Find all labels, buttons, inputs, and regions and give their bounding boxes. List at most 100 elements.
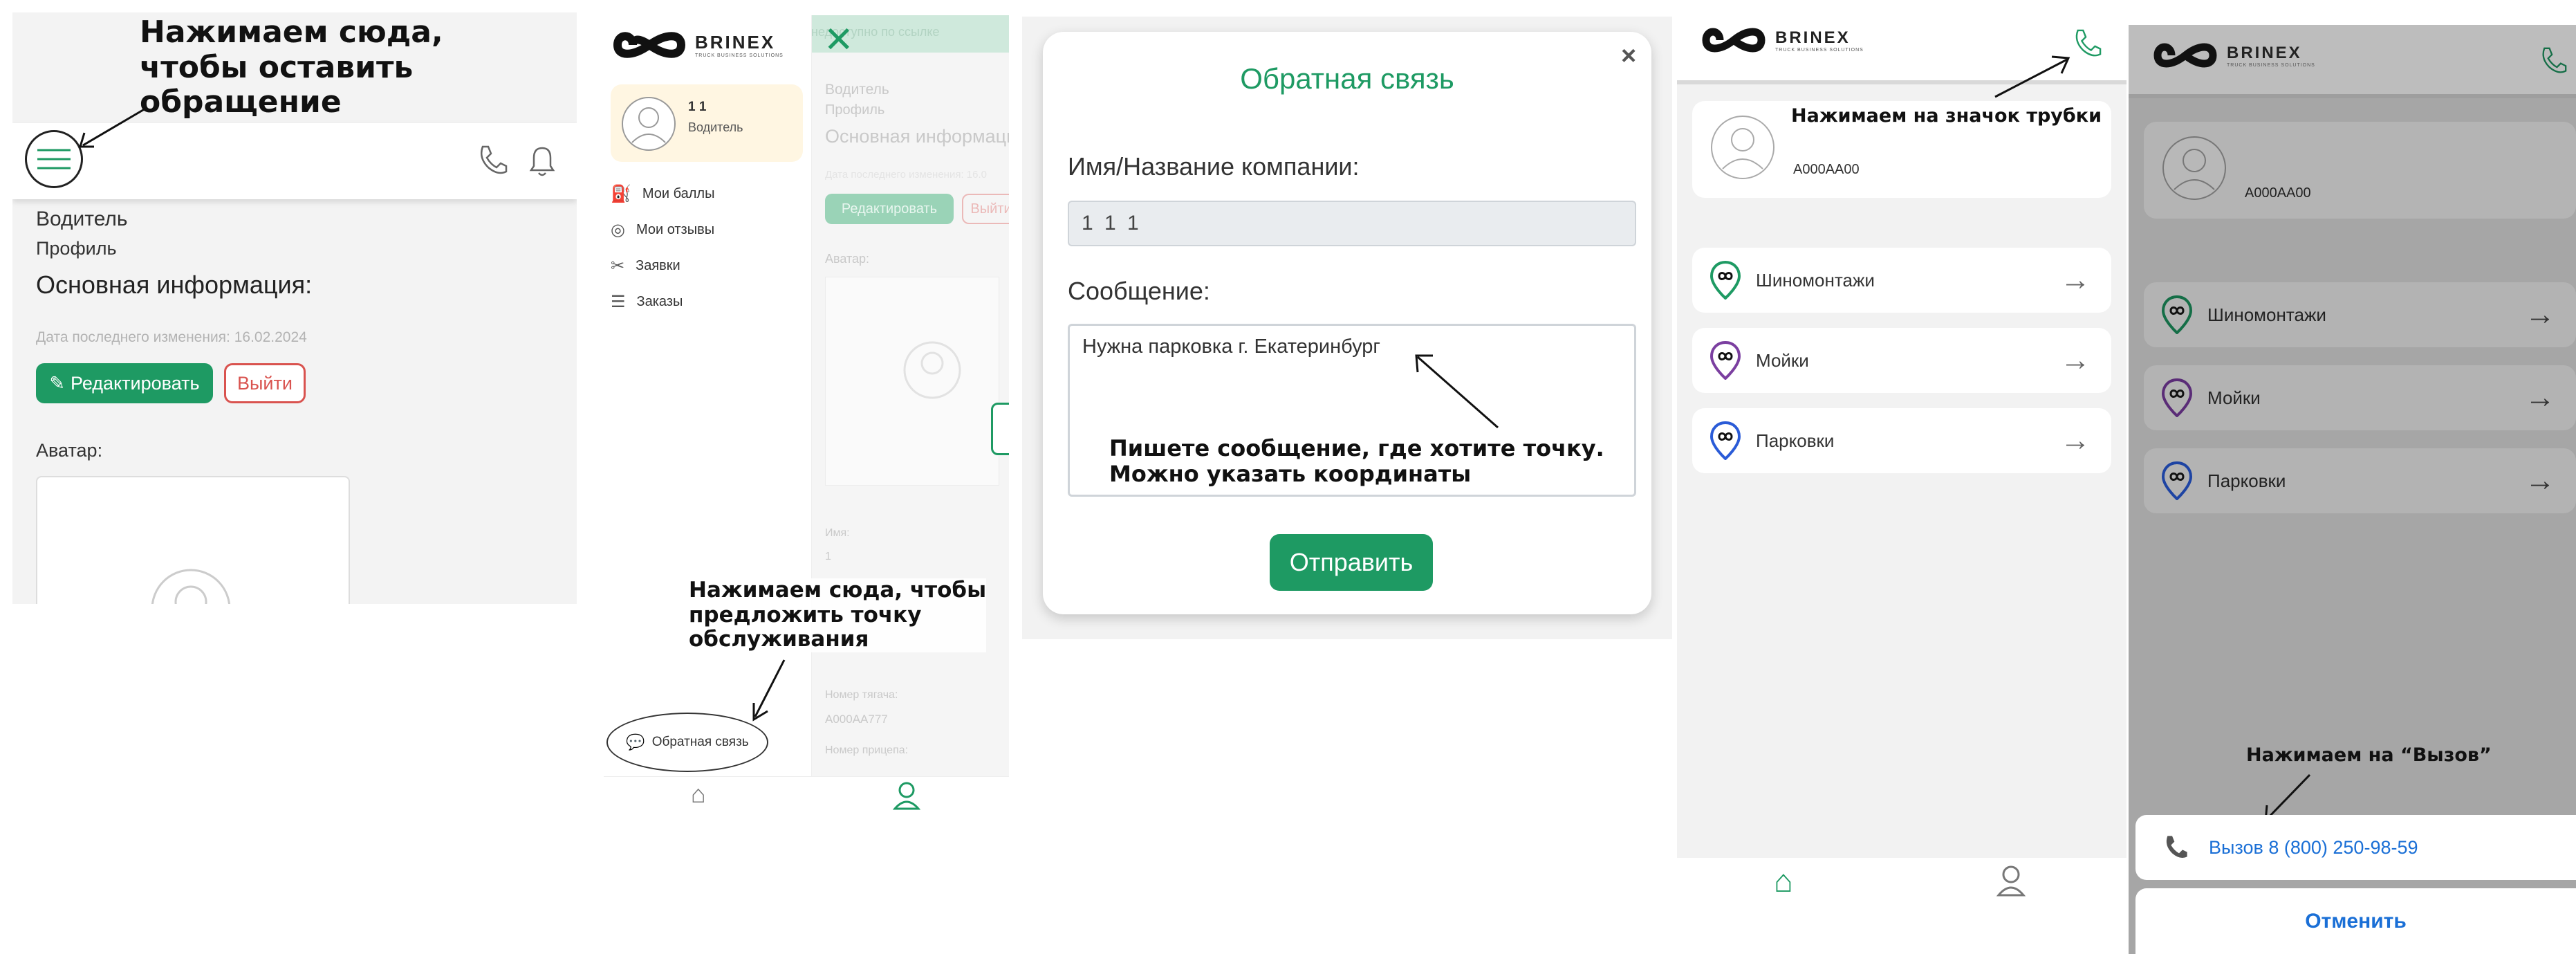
- annotation-phone: Нажимаем на значок трубки: [1791, 105, 2102, 127]
- avatar-placeholder-icon: [151, 569, 231, 604]
- arrow-right-icon: →: [2060, 263, 2091, 297]
- annotation-arrow: [78, 107, 147, 148]
- category-parking: Парковки →: [2144, 448, 2576, 513]
- user-role: Водитель: [688, 120, 743, 134]
- brand-logo: BRINEX TRUCK BUSINESS SOLUTIONS: [613, 28, 784, 62]
- panel-call-sheet: BRINEX TRUCK BUSINESS SOLUTIONS A000AA00…: [2129, 25, 2576, 954]
- avatar-label: Аватар:: [36, 440, 103, 461]
- menu-item-points[interactable]: ⛽ Мои баллы: [611, 184, 714, 204]
- annotation-message: Пишете сообщение, где хотите точку. Можн…: [1109, 436, 1604, 487]
- pencil-icon: ✎: [49, 372, 66, 394]
- feedback-icon: 💬: [626, 733, 645, 751]
- bg-side-button: [991, 403, 1009, 455]
- message-label: Сообщение:: [1068, 277, 1210, 305]
- call-button[interactable]: Вызов 8 (800) 250-98-59: [2135, 815, 2576, 880]
- name-field-value: 1 1 1: [1082, 212, 1142, 235]
- bg-date: Дата последнего изменения: 16.0: [825, 169, 987, 181]
- send-button-label: Отправить: [1289, 548, 1414, 576]
- menu-item-label: Мои отзывы: [636, 222, 715, 237]
- annotation-line: Нажимаем сюда, чтобы: [689, 578, 987, 603]
- category-car-wash[interactable]: Мойки →: [1692, 328, 2111, 393]
- annotation-open-menu: Нажимаем сюда, чтобы оставить обращение: [140, 15, 443, 120]
- category-tire-service: Шиномонтажи →: [2144, 282, 2576, 347]
- name-field[interactable]: 1 1 1: [1068, 201, 1636, 246]
- modal-title: Обратная связь: [1240, 62, 1454, 95]
- cancel-button[interactable]: Отменить: [2135, 888, 2576, 954]
- profile-card: A000AA00: [2144, 122, 2576, 219]
- bottom-nav: ⌂: [604, 776, 1009, 814]
- feedback-modal: × Обратная связь Имя/Название компании: …: [1043, 32, 1651, 614]
- annotation-arrow: [1415, 354, 1499, 429]
- bg-name-label: Имя:: [825, 527, 850, 539]
- category-tire-service[interactable]: Шиномонтажи →: [1692, 248, 2111, 313]
- bg-role: Водитель: [825, 82, 889, 98]
- category-label: Шиномонтажи: [2207, 304, 2326, 325]
- category-label: Парковки: [2207, 470, 2286, 491]
- annotation-line: Нажимаем сюда,: [140, 15, 443, 50]
- phone-icon[interactable]: [477, 144, 508, 177]
- phone-icon[interactable]: [2073, 28, 2102, 59]
- brand-subtitle: TRUCK BUSINESS SOLUTIONS: [695, 53, 784, 58]
- bg-edit-button: Редактировать: [825, 194, 954, 224]
- feedback-label: Обратная связь: [651, 735, 749, 749]
- annotation-line: Можно указать координаты: [1109, 460, 1472, 487]
- home-icon[interactable]: ⌂: [691, 780, 706, 809]
- parking-pin-icon: [1710, 421, 1741, 460]
- menu-item-orders[interactable]: ☰ Заказы: [611, 292, 683, 312]
- reviews-icon: ◎: [611, 221, 625, 239]
- close-button[interactable]: ✕: [824, 22, 854, 58]
- bg-trailer-label: Номер прицепа:: [825, 744, 909, 756]
- user-avatar-icon: [622, 97, 676, 151]
- section-title: Основная информация:: [36, 270, 313, 299]
- parking-pin-icon: [2162, 461, 2192, 500]
- send-button[interactable]: Отправить: [1270, 534, 1433, 591]
- edit-button[interactable]: ✎ Редактировать: [36, 363, 213, 403]
- feedback-menu-item[interactable]: 💬 Обратная связь: [606, 713, 768, 772]
- category-car-wash: Мойки →: [2144, 365, 2576, 430]
- user-name: 1 1: [688, 100, 707, 114]
- brand-subtitle: TRUCK BUSINESS SOLUTIONS: [2227, 62, 2315, 68]
- phone-icon[interactable]: [2539, 46, 2567, 76]
- edit-button-label: Редактировать: [71, 372, 200, 394]
- menu-item-label: Заявки: [636, 258, 680, 273]
- panel-main-phone: BRINEX TRUCK BUSINESS SOLUTIONS A000AA00…: [1677, 11, 2126, 903]
- menu-item-reviews[interactable]: ◎ Мои отзывы: [611, 220, 714, 240]
- category-label: Парковки: [1756, 430, 1835, 451]
- panel-feedback-form: × Обратная связь Имя/Название компании: …: [1022, 17, 1672, 639]
- menu-item-requests[interactable]: ✂ Заявки: [611, 256, 680, 276]
- arrow-right-icon: →: [2060, 343, 2091, 377]
- home-icon[interactable]: ⌂: [1774, 862, 1793, 899]
- plate-number: A000AA00: [1793, 162, 1860, 177]
- category-label: Мойки: [1756, 349, 1809, 371]
- user-card[interactable]: 1 1 Водитель: [611, 84, 803, 162]
- bg-plate-value: A000AA777: [825, 713, 888, 726]
- bell-icon[interactable]: [528, 144, 556, 177]
- bg-plate-label: Номер тягача:: [825, 689, 898, 701]
- category-parking[interactable]: Парковки →: [1692, 408, 2111, 473]
- profile-text: Профиль: [36, 238, 117, 259]
- arrow-right-icon: →: [2525, 297, 2555, 331]
- annotation-feedback: Нажимаем сюда, чтобы предложить точку об…: [689, 578, 987, 652]
- user-avatar-icon: [1711, 116, 1775, 179]
- category-label: Мойки: [2207, 387, 2261, 408]
- bg-logout-label: Выйти: [970, 201, 1009, 217]
- tools-icon: ✂: [611, 257, 625, 275]
- annotation-line: обращение: [140, 84, 342, 120]
- logout-button[interactable]: Выйти: [224, 363, 306, 403]
- user-avatar-icon: [2162, 136, 2226, 200]
- profile-icon[interactable]: [893, 781, 920, 810]
- infinity-logo-icon: [613, 32, 685, 58]
- points-icon: ⛽: [611, 185, 631, 203]
- menu-item-label: Заказы: [636, 294, 683, 309]
- phone-handset-icon: [2166, 836, 2187, 858]
- arrow-right-icon: →: [2525, 464, 2555, 497]
- brand-subtitle: TRUCK BUSINESS SOLUTIONS: [1775, 47, 1864, 53]
- arrow-right-icon: →: [2060, 423, 2091, 457]
- tire-pin-icon: [1710, 261, 1741, 300]
- profile-icon[interactable]: [1996, 865, 2026, 897]
- call-button-label: Вызов 8 (800) 250-98-59: [2209, 836, 2418, 858]
- tire-pin-icon: [2162, 295, 2192, 334]
- logout-button-label: Выйти: [237, 372, 293, 394]
- bg-title: Основная информаци: [825, 126, 1009, 147]
- bg-logout-button: Выйти: [962, 194, 1009, 224]
